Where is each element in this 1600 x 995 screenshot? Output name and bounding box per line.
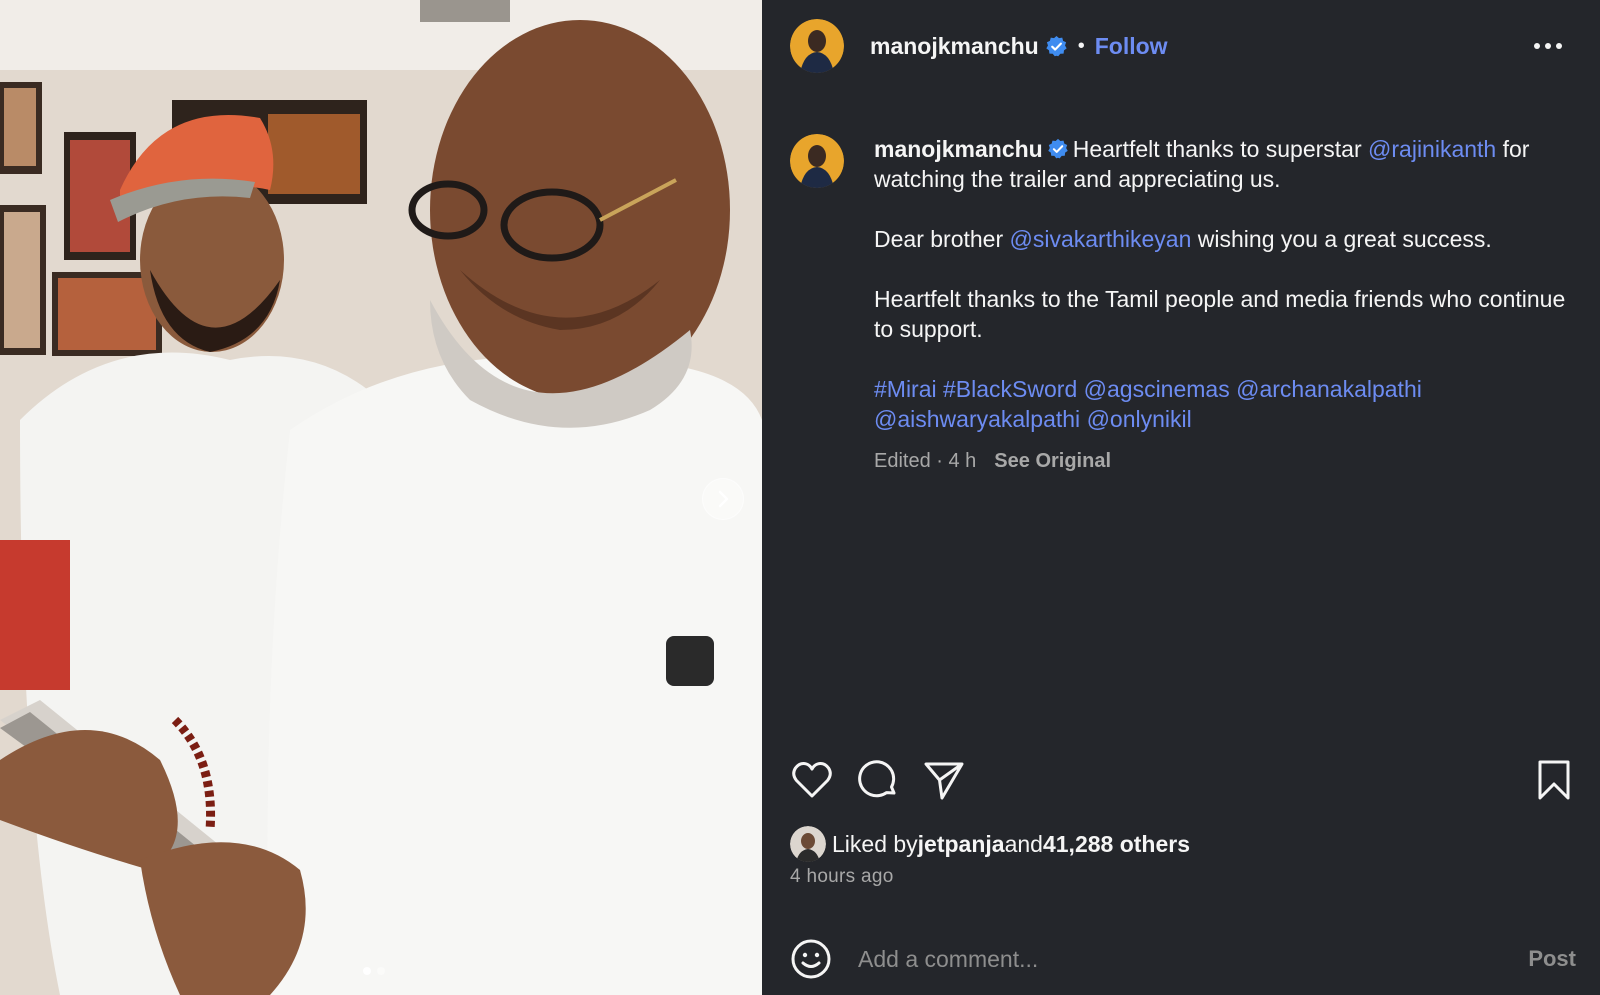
carousel-dot bbox=[377, 967, 385, 975]
likes-summary[interactable]: Liked by jetpanja and 41,288 others bbox=[790, 826, 1190, 862]
likes-count[interactable]: 41,288 others bbox=[1043, 831, 1190, 858]
post-timestamp: 4 hours ago bbox=[790, 866, 894, 887]
caption-text: manojkmanchu Heartfelt thanks to supersta… bbox=[874, 134, 1574, 476]
mention-link[interactable]: @archanakalpathi bbox=[1236, 376, 1422, 402]
caption-paragraph-3: Heartfelt thanks to the Tamil people and… bbox=[874, 286, 1566, 342]
edited-timestamp: Edited · 4 h bbox=[874, 450, 977, 472]
header-username[interactable]: manojkmanchu bbox=[870, 33, 1039, 60]
hashtag-link[interactable]: #Mirai bbox=[874, 376, 937, 402]
bookmark-icon[interactable] bbox=[1532, 758, 1576, 802]
chevron-right-icon bbox=[718, 490, 729, 508]
post-actions bbox=[790, 758, 1576, 804]
likes-middle: and bbox=[1004, 830, 1043, 857]
emoji-icon[interactable] bbox=[790, 938, 832, 980]
comment-bar: Post bbox=[790, 934, 1576, 984]
post-photo bbox=[0, 0, 762, 995]
caption-username[interactable]: manojkmanchu bbox=[874, 136, 1043, 162]
see-original-button[interactable]: See Original bbox=[994, 450, 1111, 472]
instagram-post: manojkmanchu • Follow manojkmanchu Heartf… bbox=[0, 0, 1600, 995]
comment-icon[interactable] bbox=[856, 758, 900, 802]
post-caption: manojkmanchu Heartfelt thanks to supersta… bbox=[790, 134, 1576, 476]
mention-link[interactable]: @aishwaryakalpathi bbox=[874, 406, 1080, 432]
post-media[interactable] bbox=[0, 0, 762, 995]
mention-link[interactable]: @agscinemas bbox=[1084, 376, 1230, 402]
liker-username[interactable]: jetpanja bbox=[918, 831, 1005, 858]
carousel-indicator bbox=[363, 967, 385, 975]
mention-link[interactable]: @onlynikil bbox=[1087, 406, 1192, 432]
post-comment-button[interactable]: Post bbox=[1528, 946, 1576, 972]
post-header: manojkmanchu • Follow bbox=[790, 18, 1572, 74]
mention-link[interactable]: @sivakarthikeyan bbox=[1010, 226, 1192, 252]
caption-text-segment: Dear brother bbox=[874, 226, 1010, 252]
verified-badge-icon bbox=[1046, 35, 1067, 56]
caption-avatar[interactable] bbox=[790, 134, 844, 188]
caption-tags: #Mirai #BlackSword @agscinemas @archanak… bbox=[874, 374, 1574, 434]
caption-paragraph-2: Dear brother @sivakarthikeyan wishing yo… bbox=[874, 224, 1574, 254]
caption-text-segment: wishing you a great success. bbox=[1191, 226, 1492, 252]
liker-avatar[interactable] bbox=[790, 826, 826, 862]
avatar-image bbox=[790, 19, 844, 73]
mention-link[interactable]: @rajinikanth bbox=[1368, 136, 1496, 162]
header-separator: • bbox=[1077, 34, 1085, 57]
heart-icon[interactable] bbox=[790, 758, 834, 802]
post-side-panel: manojkmanchu • Follow manojkmanchu Heartf… bbox=[762, 0, 1600, 995]
avatar[interactable] bbox=[790, 19, 844, 73]
caption-meta: Edited · 4 h See Original bbox=[874, 446, 1574, 476]
carousel-next-button[interactable] bbox=[702, 478, 744, 520]
carousel-dot bbox=[363, 967, 371, 975]
caption-paragraph-1: manojkmanchu Heartfelt thanks to supersta… bbox=[874, 134, 1574, 194]
send-icon[interactable] bbox=[922, 758, 966, 802]
verified-badge-icon bbox=[1048, 138, 1068, 159]
caption-text-segment: Heartfelt thanks to superstar bbox=[1072, 136, 1369, 162]
hashtag-link[interactable]: #BlackSword bbox=[943, 376, 1077, 402]
more-options-icon[interactable] bbox=[1534, 36, 1568, 56]
likes-prefix: Liked by bbox=[832, 830, 918, 857]
comment-input[interactable] bbox=[858, 945, 1529, 973]
follow-button[interactable]: Follow bbox=[1095, 33, 1168, 60]
avatar-image bbox=[790, 134, 844, 188]
